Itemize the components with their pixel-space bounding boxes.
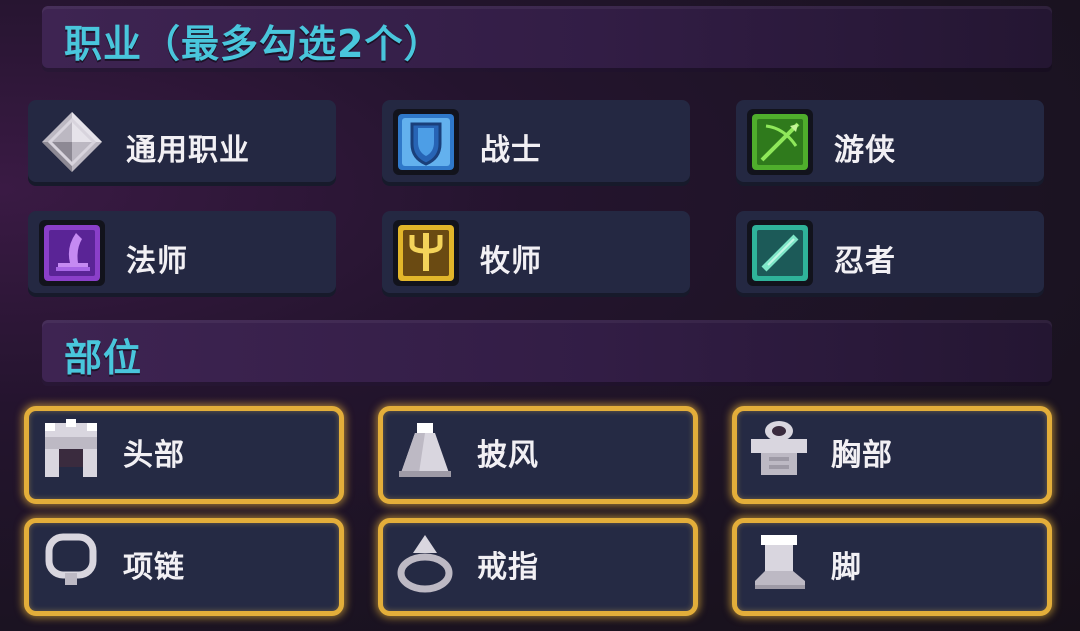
class-option-label: 法师 bbox=[126, 244, 188, 279]
purple-wizard-hat-icon bbox=[39, 220, 105, 286]
class-option-label: 战士 bbox=[480, 133, 542, 168]
yellow-staff-icon bbox=[393, 220, 459, 286]
class-option-warrior[interactable]: 战士 bbox=[382, 100, 690, 186]
class-option-label: 游侠 bbox=[834, 133, 896, 168]
class-option-mage[interactable]: 法师 bbox=[28, 211, 336, 297]
ring-icon bbox=[397, 535, 453, 593]
slot-option-cloak[interactable]: 披风 bbox=[378, 406, 698, 504]
teal-blade-icon bbox=[747, 220, 813, 286]
class-section-header: 职业（最多勾选2个） bbox=[42, 6, 1052, 72]
slot-option-label: 项链 bbox=[123, 550, 185, 585]
slot-option-label: 披风 bbox=[477, 438, 539, 473]
gray-diamond-icon bbox=[42, 112, 102, 172]
slot-option-label: 头部 bbox=[123, 438, 185, 473]
green-bow-icon bbox=[747, 109, 813, 175]
slot-option-label: 胸部 bbox=[831, 438, 893, 473]
slot-option-necklace[interactable]: 项链 bbox=[24, 518, 344, 616]
class-option-ninja[interactable]: 忍者 bbox=[736, 211, 1044, 297]
slot-option-feet[interactable]: 脚 bbox=[732, 518, 1052, 616]
slot-option-label: 脚 bbox=[831, 550, 862, 585]
boot-icon bbox=[755, 535, 805, 589]
class-option-general[interactable]: 通用职业 bbox=[28, 100, 336, 186]
helmet-icon bbox=[45, 419, 97, 477]
class-option-priest[interactable]: 牧师 bbox=[382, 211, 690, 297]
necklace-icon bbox=[45, 533, 97, 585]
class-section-title: 职业（最多勾选2个） bbox=[64, 22, 443, 66]
slot-option-ring[interactable]: 戒指 bbox=[378, 518, 698, 616]
class-option-ranger[interactable]: 游侠 bbox=[736, 100, 1044, 186]
class-option-label: 忍者 bbox=[834, 244, 896, 279]
slot-option-label: 戒指 bbox=[477, 550, 539, 585]
chest-armor-icon bbox=[751, 421, 807, 475]
cloak-icon bbox=[399, 423, 451, 477]
slot-option-head[interactable]: 头部 bbox=[24, 406, 344, 504]
class-option-label: 通用职业 bbox=[126, 133, 250, 168]
class-option-label: 牧师 bbox=[480, 244, 542, 279]
slot-option-chest[interactable]: 胸部 bbox=[732, 406, 1052, 504]
slot-section-title: 部位 bbox=[64, 336, 143, 380]
slot-section-header: 部位 bbox=[42, 320, 1052, 386]
blue-shield-icon bbox=[393, 109, 459, 175]
